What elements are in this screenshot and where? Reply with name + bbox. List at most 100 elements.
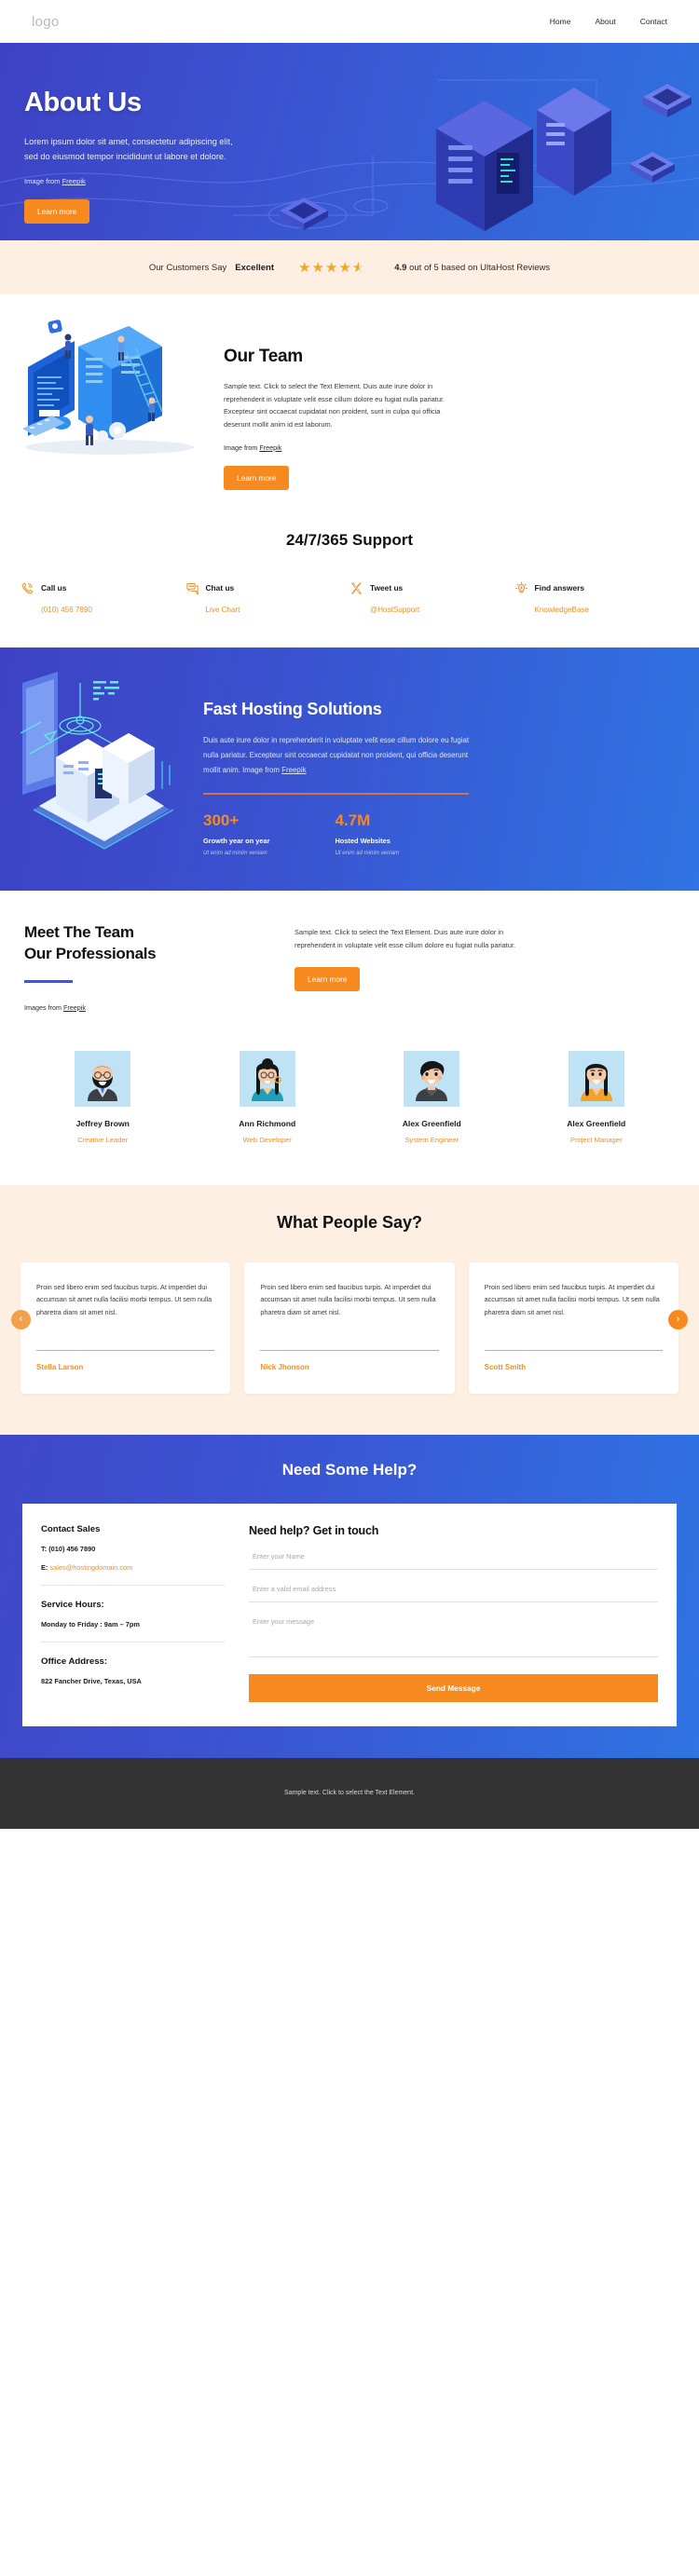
support-item-call: Call us (010) 456 7890 <box>21 581 185 614</box>
meet-credit-link[interactable]: Freepik <box>63 1003 86 1012</box>
message-field[interactable] <box>249 1608 658 1657</box>
hero-credit-link[interactable]: Freepik <box>62 177 86 185</box>
email-field[interactable] <box>249 1575 658 1602</box>
team-member-card[interactable]: Jeffrey Brown Creative Leader <box>21 1050 185 1144</box>
testimonials-prev-button[interactable]: ‹ <box>11 1309 31 1329</box>
contact-phone: T: (010) 456 7890 <box>41 1544 96 1553</box>
support-item-link[interactable]: KnowledgeBase <box>535 606 679 614</box>
our-team-body: Sample text. Click to select the Text El… <box>224 382 445 429</box>
fast-credit-link[interactable]: Freepik <box>281 766 306 774</box>
nav-link-about[interactable]: About <box>595 17 615 26</box>
our-team-credit-prefix: Image from <box>224 443 260 452</box>
contact-email-link[interactable]: sales@hostingdomain.com <box>49 1563 132 1572</box>
meet-heading-line1: Meet The Team <box>24 922 134 941</box>
stat-label: Growth year on year <box>203 836 270 845</box>
site-logo[interactable]: logo <box>32 14 60 30</box>
testimonials-title: What People Say? <box>276 1212 423 1232</box>
hero-title: About Us <box>24 88 142 117</box>
hero-learn-more-button[interactable]: Learn more <box>24 199 90 225</box>
name-field[interactable] <box>249 1543 658 1570</box>
testimonial-quote: Proin sed libero enim sed faucibus turpi… <box>36 1282 212 1316</box>
footer-text: Sample text. Click to select the Text El… <box>284 1790 415 1797</box>
team-members-grid: Jeffrey Brown Creative Leader Ann Richmo… <box>0 1030 699 1185</box>
fast-hosting-stats: 300+ Growth year on year Ut enim ad mini… <box>203 811 483 856</box>
support-item-link[interactable]: @HostSupport <box>370 606 514 614</box>
review-score-value: 4.9 <box>394 262 407 273</box>
meet-credit-prefix: Images from <box>24 1002 63 1012</box>
contact-title: Need Some Help? <box>281 1460 418 1479</box>
team-member-name: Alex Greenfield <box>567 1118 626 1128</box>
team-member-card[interactable]: Ann Richmond Web Developer <box>185 1050 350 1144</box>
our-team-title: Our Team <box>224 347 303 366</box>
office-address-heading: Office Address: <box>41 1656 108 1667</box>
review-score-rest: out of 5 based on UltaHost Reviews <box>406 262 551 273</box>
team-member-role: Web Developer <box>242 1135 292 1144</box>
our-team-copy: Our Team Sample text. Click to select th… <box>224 319 447 490</box>
our-team-learn-more-button[interactable]: Learn more <box>224 465 290 490</box>
chevron-right-icon: › <box>676 1314 680 1326</box>
our-team-credit-link[interactable]: Freepik <box>259 443 281 452</box>
contact-card: Contact Sales T: (010) 456 7890 E: sales… <box>22 1503 677 1726</box>
avatar <box>568 1050 624 1107</box>
support-item-title: Call us <box>41 583 67 593</box>
meet-body: Sample text. Click to select the Text El… <box>295 927 516 950</box>
support-item-link[interactable]: Live Chart <box>206 606 350 614</box>
team-member-card[interactable]: Alex Greenfield System Engineer <box>350 1050 514 1144</box>
lightbulb-icon <box>514 581 528 595</box>
star-half-icon: ★ <box>352 261 364 275</box>
testimonial-card: Proin sed libero enim sed faucibus turpi… <box>21 1261 231 1394</box>
fast-hosting-illustration <box>13 671 190 863</box>
testimonial-author: Scott Smith <box>484 1362 527 1371</box>
meet-the-team-section: Meet The Team Our Professionals Images f… <box>0 890 699 1030</box>
office-address-value: 822 Fancher Drive, Texas, USA <box>41 1676 142 1685</box>
phone-icon <box>21 581 34 595</box>
meet-learn-more-button[interactable]: Learn more <box>295 966 361 991</box>
fast-credit-prefix: Image from <box>242 766 282 775</box>
meet-the-team-copy: Sample text. Click to select the Text El… <box>295 922 528 1012</box>
service-hours-heading: Service Hours: <box>41 1599 104 1610</box>
stat-sub: Ut enim ad minim veniam <box>335 849 400 856</box>
team-member-role: System Engineer <box>404 1135 459 1144</box>
review-bar-row: Our Customers Say Excellent ★ ★ ★ ★ ★ 4.… <box>149 261 550 275</box>
nav-link-home[interactable]: Home <box>550 17 571 26</box>
stat-sub: Ut enim ad minim veniam <box>203 849 267 856</box>
support-item-title: Find answers <box>534 583 585 593</box>
stat-hosted-websites: 4.7M Hosted Websites Ut enim ad minim ve… <box>335 811 399 856</box>
testimonial-quote: Proin sed libero enim sed faucibus turpi… <box>260 1282 436 1316</box>
testimonial-divider <box>484 1349 663 1351</box>
team-member-name: Ann Richmond <box>239 1118 296 1128</box>
avatar <box>239 1050 295 1107</box>
team-member-name: Alex Greenfield <box>402 1118 461 1128</box>
testimonials-next-button[interactable]: › <box>668 1309 688 1329</box>
meet-credit: Images from Freepik <box>24 1003 295 1012</box>
team-member-card[interactable]: Alex Greenfield Project Manager <box>514 1050 679 1144</box>
hero-credit-prefix: Image from <box>24 177 62 186</box>
stat-label: Hosted Websites <box>335 836 391 845</box>
nav-link-contact[interactable]: Contact <box>640 17 667 26</box>
top-navbar: logo Home About Contact <box>0 0 699 43</box>
x-twitter-icon <box>350 581 363 595</box>
contact-info-column: Contact Sales T: (010) 456 7890 E: sales… <box>41 1524 241 1702</box>
support-item-answers: Find answers KnowledgeBase <box>514 581 679 614</box>
nav-links: Home About Contact <box>550 17 667 26</box>
support-item-head: Find answers <box>514 581 679 595</box>
support-item-head: Tweet us <box>350 581 514 595</box>
our-team-section: Our Team Sample text. Click to select th… <box>0 294 699 518</box>
support-item-link[interactable]: (010) 456 7890 <box>41 606 185 614</box>
support-item-chat: Chat us Live Chart <box>185 581 350 614</box>
support-grid: Call us (010) 456 7890 Chat us Live Char… <box>0 581 699 614</box>
team-member-role: Creative Leader <box>77 1135 129 1144</box>
testimonial-quote: Proin sed libero enim sed faucibus turpi… <box>484 1282 660 1316</box>
contact-email-row: E: sales@hostingdomain.com <box>41 1563 225 1572</box>
review-rating-word: Excellent <box>235 262 274 273</box>
meet-heading-line2: Our Professionals <box>24 944 157 962</box>
support-item-head: Call us <box>21 581 185 595</box>
avatar <box>75 1050 131 1107</box>
testimonial-divider <box>36 1349 215 1351</box>
send-message-button[interactable]: Send Message <box>249 1673 658 1702</box>
support-item-head: Chat us <box>185 581 350 595</box>
star-rating: ★ ★ ★ ★ ★ <box>298 261 364 275</box>
review-score-text: 4.9 out of 5 based on UltaHost Reviews <box>394 263 550 273</box>
star-icon: ★ <box>324 259 338 276</box>
contact-form-column: Need help? Get in touch Send Message <box>241 1524 658 1702</box>
